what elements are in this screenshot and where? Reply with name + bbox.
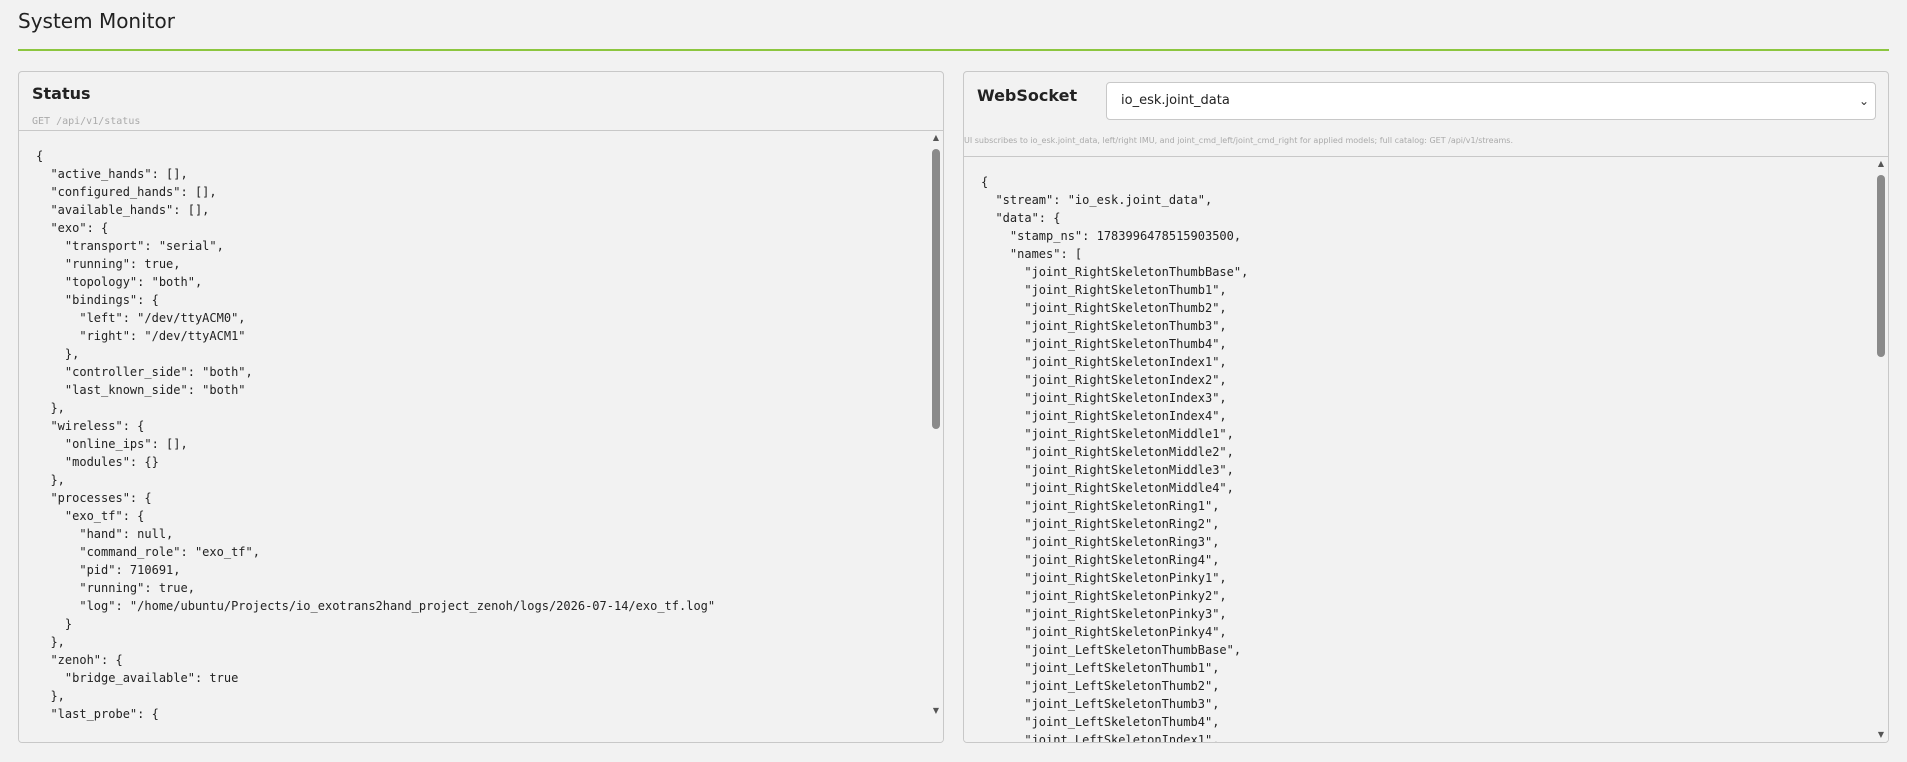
status-scrollbar[interactable]: ▲ ▼ [929, 131, 943, 742]
websocket-json-viewer[interactable]: { "stream": "io_esk.joint_data", "data":… [964, 156, 1888, 742]
chevron-down-icon: ⌄ [1858, 94, 1869, 108]
websocket-note: UI subscribes to io_esk.joint_data, left… [964, 136, 1513, 145]
status-json-text: { "active_hands": [], "configured_hands"… [36, 149, 716, 721]
scroll-down-arrow-icon[interactable]: ▼ [1876, 730, 1886, 740]
status-json-viewer[interactable]: { "active_hands": [], "configured_hands"… [19, 130, 943, 742]
page-title: System Monitor [18, 9, 175, 33]
websocket-scroll-thumb[interactable] [1877, 175, 1885, 357]
stream-select[interactable]: io_esk.joint_data ⌄ [1106, 82, 1876, 120]
status-endpoint: GET /api/v1/status [32, 116, 141, 127]
websocket-heading: WebSocket [977, 86, 1078, 105]
stream-select-value: io_esk.joint_data [1121, 93, 1230, 108]
page-header: System Monitor [18, 0, 1889, 51]
websocket-json-text: { "stream": "io_esk.joint_data", "data":… [981, 175, 1249, 742]
scroll-up-arrow-icon[interactable]: ▲ [1876, 159, 1886, 169]
status-scroll-thumb[interactable] [932, 149, 940, 429]
scroll-up-arrow-icon[interactable]: ▲ [931, 133, 941, 143]
status-panel: Status GET /api/v1/status { "active_hand… [18, 71, 944, 743]
scroll-down-arrow-icon[interactable]: ▼ [931, 706, 941, 716]
websocket-scrollbar[interactable]: ▲ ▼ [1874, 157, 1888, 742]
status-heading: Status [32, 84, 91, 103]
websocket-panel: WebSocket io_esk.joint_data ⌄ UI subscri… [963, 71, 1889, 743]
